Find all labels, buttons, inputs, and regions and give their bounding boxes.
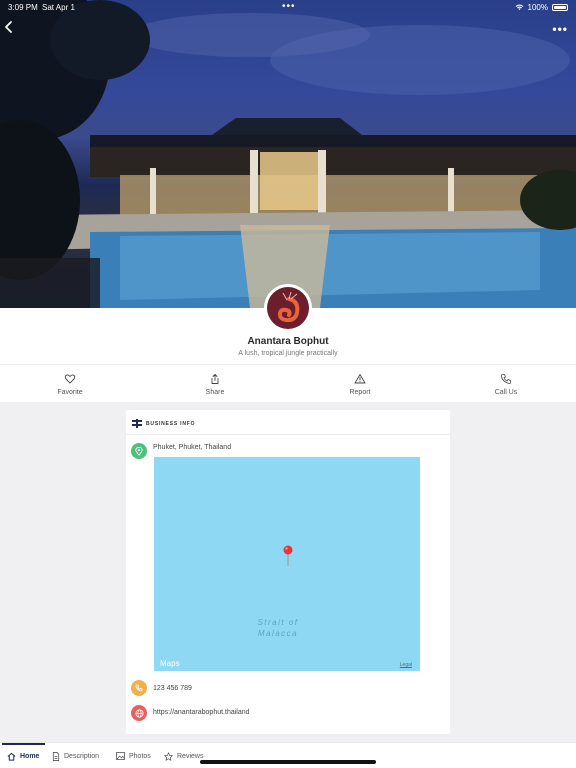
maps-logo: Maps [160, 659, 180, 668]
tab-home[interactable]: Home [7, 752, 39, 761]
action-bar: Favorite Share Report Call Us [0, 364, 576, 402]
maps-logo-text: Maps [160, 659, 180, 668]
card-title: BUSINESS INFO [146, 420, 196, 427]
document-icon [52, 752, 60, 761]
tab-photos[interactable]: Photos [116, 752, 151, 760]
bottom-tab-bar: Home Description Photos Reviews [0, 742, 576, 768]
tab-photos-label: Photos [129, 752, 151, 760]
more-options-button[interactable]: ••• [552, 22, 568, 36]
star-icon [164, 752, 173, 761]
card-header: BUSINESS INFO [132, 419, 195, 428]
call-us-button[interactable]: Call Us [466, 373, 546, 396]
phone-icon [501, 374, 511, 384]
report-button[interactable]: Report [320, 373, 400, 396]
wifi-icon [515, 4, 523, 11]
battery-icon [552, 4, 568, 11]
location-text: Phuket, Phuket, Thailand [153, 444, 232, 451]
warning-icon [354, 374, 366, 384]
report-label: Report [349, 389, 371, 396]
back-button[interactable] [4, 20, 20, 36]
hero-image [0, 0, 576, 308]
phone-number[interactable]: 123 456 789 [153, 685, 192, 692]
tab-description[interactable]: Description [52, 752, 99, 761]
phone-circle-icon [131, 680, 147, 696]
avatar [264, 284, 312, 332]
battery-percent: 100% [527, 3, 548, 12]
share-icon [211, 374, 219, 384]
globe-icon [131, 705, 147, 721]
business-tagline: A lush, tropical jungle practically [238, 350, 338, 357]
tab-reviews[interactable]: Reviews [164, 752, 203, 761]
favorite-label: Favorite [57, 389, 83, 396]
status-bar: 3:09 PM Sat Apr 1 ••• 100% [0, 0, 576, 14]
divider [126, 434, 450, 435]
resort-photo [0, 0, 576, 308]
business-name: Anantara Bophut [247, 336, 329, 347]
heart-icon [64, 374, 76, 384]
signpost-icon [132, 419, 142, 428]
location-pin-icon [131, 443, 147, 459]
shrimp-logo-icon [277, 291, 300, 323]
share-button[interactable]: Share [175, 373, 255, 396]
home-indicator[interactable] [200, 760, 376, 764]
share-label: Share [205, 389, 225, 396]
map-view[interactable]: Strait of Malacca Maps Legal [154, 457, 420, 671]
business-logo [267, 287, 309, 329]
photo-icon [116, 752, 125, 760]
tab-description-label: Description [64, 753, 100, 760]
tab-reviews-label: Reviews [177, 753, 204, 760]
favorite-button[interactable]: Favorite [30, 373, 110, 396]
home-icon [7, 752, 16, 761]
active-tab-indicator [2, 743, 45, 745]
website-link[interactable]: https://anantarabophut.thailand [153, 709, 250, 716]
multitasking-icon[interactable]: ••• [282, 1, 296, 12]
call-us-label: Call Us [494, 389, 518, 396]
status-date: Sat Apr 1 [42, 3, 75, 12]
map-legal-link[interactable]: Legal [400, 662, 412, 668]
business-info-card: BUSINESS INFO Phuket, Phuket, Thailand S… [126, 410, 450, 734]
map-pin-icon [283, 545, 293, 566]
tab-home-label: Home [20, 753, 40, 760]
chevron-left-icon [5, 21, 12, 33]
map-place-label: Strait of Malacca [257, 618, 299, 638]
status-time: 3:09 PM [8, 3, 38, 12]
